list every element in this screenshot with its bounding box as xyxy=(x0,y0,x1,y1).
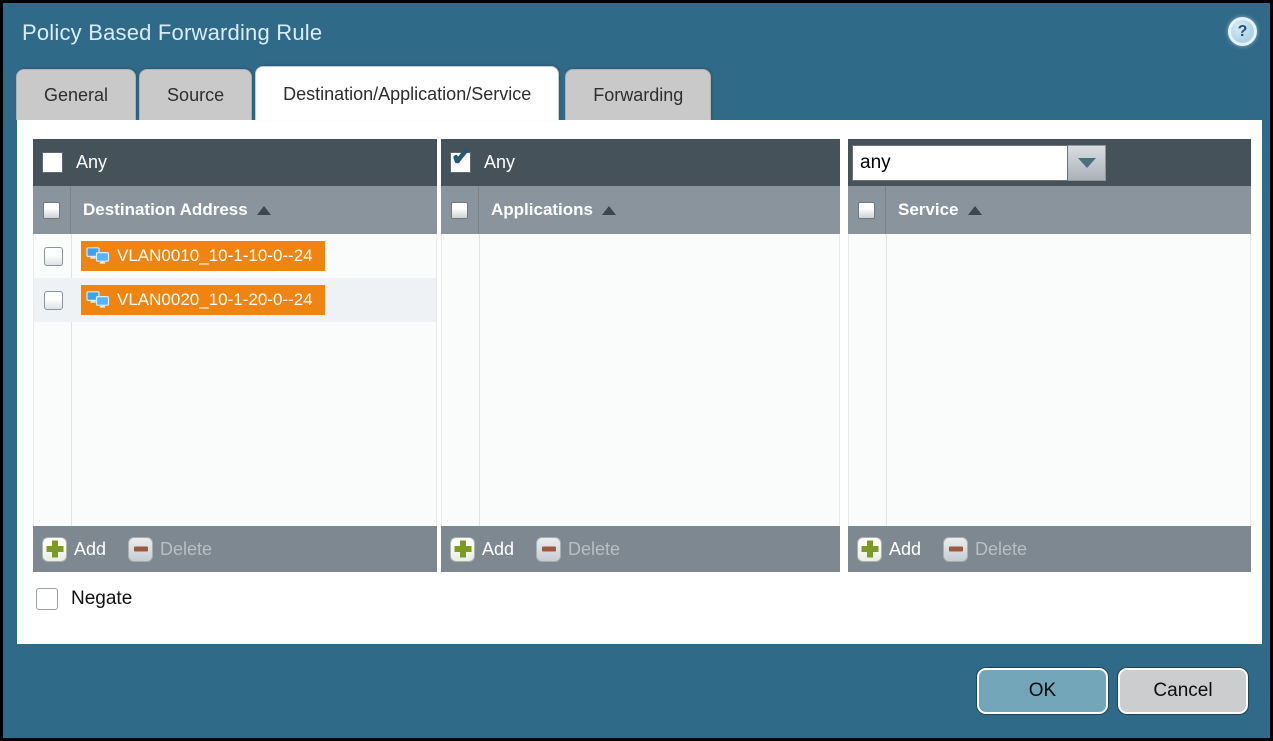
applications-any-bar: ✔ Any xyxy=(441,139,840,186)
add-plus-icon xyxy=(42,537,67,562)
delete-button[interactable]: Delete xyxy=(128,537,212,562)
policy-forwarding-dialog: Policy Based Forwarding Rule ? General S… xyxy=(3,3,1270,738)
add-plus-icon xyxy=(857,537,882,562)
checkmark-icon: ✔ xyxy=(451,145,472,170)
dialog-title: Policy Based Forwarding Rule xyxy=(22,20,322,46)
dialog-actions: OK Cancel xyxy=(977,668,1248,714)
table-row[interactable]: VLAN0010_10-1-10-0--24 xyxy=(34,234,436,278)
service-footer: Add Delete xyxy=(848,526,1251,572)
applications-list xyxy=(441,234,840,526)
service-dropdown xyxy=(852,145,1106,181)
add-button[interactable]: Add xyxy=(857,537,921,562)
help-icon[interactable]: ? xyxy=(1228,17,1257,46)
applications-header-label[interactable]: Applications xyxy=(491,200,593,220)
service-dropdown-button[interactable] xyxy=(1068,145,1106,181)
table-row[interactable]: VLAN0020_10-1-20-0--24 xyxy=(34,278,436,322)
applications-any-label: Any xyxy=(484,152,515,173)
destination-any-bar: Any xyxy=(33,139,437,186)
negate-checkbox[interactable] xyxy=(36,588,58,610)
network-address-icon xyxy=(86,247,110,265)
tab-source[interactable]: Source xyxy=(139,69,252,120)
applications-select-all-checkbox[interactable] xyxy=(451,202,468,219)
help-glyph: ? xyxy=(1238,23,1248,41)
negate-option: Negate xyxy=(36,588,132,610)
panels-container: Any Destination Address xyxy=(33,139,1251,572)
applications-any-checkbox[interactable]: ✔ xyxy=(450,152,471,173)
destination-footer: Add Delete xyxy=(33,526,437,572)
negate-label: Negate xyxy=(71,588,132,610)
delete-button[interactable]: Delete xyxy=(943,537,1027,562)
row-checkbox[interactable] xyxy=(44,291,63,310)
destination-column-header: Destination Address xyxy=(33,186,437,234)
delete-minus-icon xyxy=(943,537,968,562)
destination-any-checkbox[interactable] xyxy=(42,152,63,173)
service-dropdown-input[interactable] xyxy=(852,145,1068,181)
applications-column-header: Applications xyxy=(441,186,840,234)
delete-button[interactable]: Delete xyxy=(536,537,620,562)
destination-list: VLAN0010_10-1-10-0--24 xyxy=(33,234,437,526)
tab-bar: General Source Destination/Application/S… xyxy=(16,66,714,120)
service-column-header: Service xyxy=(848,186,1251,234)
sort-ascending-icon[interactable] xyxy=(602,206,616,215)
sort-ascending-icon[interactable] xyxy=(257,206,271,215)
tab-content: Any Destination Address xyxy=(17,120,1262,644)
tab-destination-application-service[interactable]: Destination/Application/Service xyxy=(255,66,559,120)
row-checkbox[interactable] xyxy=(44,247,63,266)
network-address-icon xyxy=(86,291,110,309)
destination-any-label: Any xyxy=(76,152,107,173)
destination-panel: Any Destination Address xyxy=(33,139,437,572)
service-select-all-checkbox[interactable] xyxy=(858,202,875,219)
screen: Policy Based Forwarding Rule ? General S… xyxy=(0,0,1273,741)
destination-header-label[interactable]: Destination Address xyxy=(83,200,248,220)
applications-panel: ✔ Any Applications xyxy=(441,139,840,572)
address-object-chip[interactable]: VLAN0010_10-1-10-0--24 xyxy=(81,241,325,271)
tab-forwarding[interactable]: Forwarding xyxy=(565,69,711,120)
service-any-bar xyxy=(848,139,1251,186)
add-plus-icon xyxy=(450,537,475,562)
service-header-label[interactable]: Service xyxy=(898,200,959,220)
cancel-button[interactable]: Cancel xyxy=(1118,668,1248,714)
address-object-name: VLAN0010_10-1-10-0--24 xyxy=(117,246,313,266)
chevron-down-icon xyxy=(1078,158,1096,168)
address-object-name: VLAN0020_10-1-20-0--24 xyxy=(117,290,313,310)
destination-select-all-checkbox[interactable] xyxy=(43,202,60,219)
add-button[interactable]: Add xyxy=(42,537,106,562)
add-button[interactable]: Add xyxy=(450,537,514,562)
applications-footer: Add Delete xyxy=(441,526,840,572)
delete-minus-icon xyxy=(128,537,153,562)
sort-ascending-icon[interactable] xyxy=(968,206,982,215)
delete-minus-icon xyxy=(536,537,561,562)
tab-general[interactable]: General xyxy=(16,69,136,120)
service-list xyxy=(848,234,1251,526)
address-object-chip[interactable]: VLAN0020_10-1-20-0--24 xyxy=(81,285,325,315)
service-panel: Service Add Delete xyxy=(848,139,1251,572)
ok-button[interactable]: OK xyxy=(977,668,1108,714)
